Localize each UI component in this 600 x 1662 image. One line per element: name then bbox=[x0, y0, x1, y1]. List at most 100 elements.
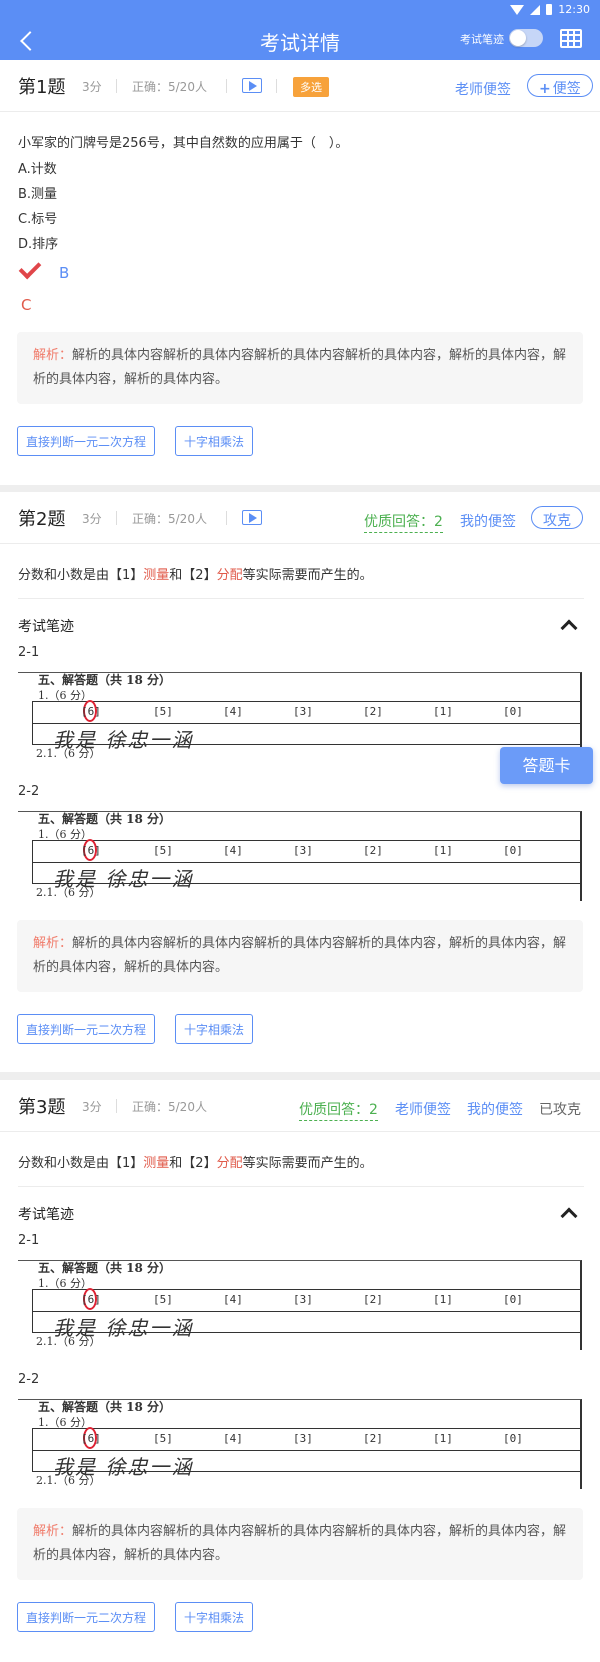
option-b: B.测量 bbox=[18, 187, 58, 202]
question-number: 第2题 bbox=[18, 509, 66, 530]
option-c: C.标号 bbox=[18, 212, 58, 227]
plus-icon: + bbox=[539, 81, 551, 97]
score-cell: [3] bbox=[293, 705, 313, 718]
nav-bar: 考试详情 考试笔迹 bbox=[0, 20, 600, 60]
score-cell: [1] bbox=[433, 844, 453, 857]
add-note-button[interactable]: + 便签 bbox=[527, 74, 593, 97]
answer-card-button[interactable]: 答题卡 bbox=[500, 747, 593, 784]
question-header: 第2题 3分 正确：5/20人 优质回答：2 我的便签 攻克 bbox=[0, 492, 600, 544]
teacher-note-link[interactable]: 老师便签 bbox=[395, 1099, 451, 1119]
my-note-link[interactable]: 我的便签 bbox=[460, 511, 516, 531]
correct-rate: 正确：5/20人 bbox=[132, 80, 207, 94]
sub-label: 2-2 bbox=[18, 784, 40, 799]
question-text-part: 分数和小数是由【1】 bbox=[18, 568, 144, 583]
sheet-title: 五、解答题（共 18 分） bbox=[38, 1261, 172, 1275]
exam-notes-title: 考试笔迹 bbox=[18, 1207, 74, 1223]
divider bbox=[116, 79, 117, 93]
question-score: 3分 bbox=[82, 512, 102, 526]
question-text: 分数和小数是由【1】测量和【2】分配等实际需要而产生的。 bbox=[18, 564, 373, 583]
correct-rate: 正确：5/20人 bbox=[132, 1100, 207, 1114]
score-row: [6] [5] [4] [3] [2] [1] [0] bbox=[33, 700, 580, 724]
my-note-link[interactable]: 我的便签 bbox=[467, 1099, 523, 1119]
play-video-icon[interactable] bbox=[242, 78, 262, 93]
score-cell: [4] bbox=[223, 705, 243, 718]
add-note-label: 便签 bbox=[552, 81, 581, 97]
sheet-next-item: 2.1.（6 分） bbox=[36, 1474, 101, 1487]
score-cell: [0] bbox=[503, 844, 523, 857]
answer-sheet-image: 五、解答题（共 18 分） 1.（6 分） [6] [5] [4] [3] [2… bbox=[18, 672, 582, 762]
battery-icon bbox=[546, 4, 553, 15]
divider bbox=[116, 511, 117, 525]
wifi-icon bbox=[510, 4, 525, 15]
question-text-part: 和【2】 bbox=[169, 1156, 217, 1171]
sub-label: 2-1 bbox=[18, 645, 40, 660]
sheet-next-item: 2.1.（6 分） bbox=[36, 747, 101, 760]
score-box: [6] [5] [4] [3] [2] [1] [0] 我是 徐忠一涵 bbox=[32, 839, 580, 891]
score-cell: [3] bbox=[293, 1432, 313, 1445]
answer-sheet-image: 五、解答题（共 18 分） 1.（6 分） [6] [5] [4] [3] [2… bbox=[18, 811, 582, 901]
score-cell: [5] bbox=[153, 1293, 173, 1306]
analysis-label: 解析： bbox=[33, 1524, 73, 1539]
score-cell: [4] bbox=[223, 1293, 243, 1306]
score-cell: [2] bbox=[363, 705, 383, 718]
sheet-next-item: 2.1.（6 分） bbox=[36, 886, 101, 899]
analysis-label: 解析： bbox=[33, 348, 73, 363]
question-type-badge: 多选 bbox=[293, 77, 329, 97]
sheet-next-item: 2.1.（6 分） bbox=[36, 1335, 101, 1348]
knowledge-tag[interactable]: 直接判断一元二次方程 bbox=[17, 426, 156, 456]
score-row: [6] [5] [4] [3] [2] [1] [0] bbox=[33, 839, 580, 863]
score-cell: [5] bbox=[153, 705, 173, 718]
answer-sheet-image: 五、解答题（共 18 分） 1.（6 分） [6] [5] [4] [3] [2… bbox=[18, 1399, 582, 1489]
score-cell: [2] bbox=[363, 844, 383, 857]
divider bbox=[226, 79, 227, 93]
knowledge-tag[interactable]: 十字相乘法 bbox=[175, 1014, 254, 1044]
question-text-part: 等实际需要而产生的。 bbox=[242, 1156, 373, 1171]
score-cell: [0] bbox=[503, 1293, 523, 1306]
question-score: 3分 bbox=[82, 1100, 102, 1114]
score-cell: [3] bbox=[293, 844, 313, 857]
highlight-term: 分配 bbox=[216, 568, 243, 583]
sheet-title: 五、解答题（共 18 分） bbox=[38, 673, 172, 687]
exam-notes-toggle[interactable] bbox=[509, 29, 543, 47]
score-cell: [1] bbox=[433, 705, 453, 718]
status-time: 12:30 bbox=[558, 3, 590, 16]
answer-correct: B bbox=[59, 264, 70, 282]
good-answers-link[interactable]: 优质回答：2 bbox=[299, 1099, 378, 1121]
grid-icon[interactable] bbox=[560, 29, 582, 48]
knowledge-tag[interactable]: 直接判断一元二次方程 bbox=[17, 1602, 156, 1632]
sheet-title: 五、解答题（共 18 分） bbox=[38, 812, 172, 826]
score-cell: [1] bbox=[433, 1432, 453, 1445]
answer-wrong: C bbox=[21, 296, 32, 314]
score-cell: [6] bbox=[81, 1293, 101, 1306]
teacher-note-link[interactable]: 老师便签 bbox=[455, 79, 511, 99]
good-answers-link[interactable]: 优质回答：2 bbox=[364, 511, 443, 533]
chevron-up-icon[interactable] bbox=[560, 1207, 578, 1225]
highlight-term: 测量 bbox=[143, 568, 170, 583]
play-video-icon[interactable] bbox=[242, 510, 262, 525]
knowledge-tag[interactable]: 直接判断一元二次方程 bbox=[17, 1014, 156, 1044]
sheet-title: 五、解答题（共 18 分） bbox=[38, 1400, 172, 1414]
divider bbox=[226, 511, 227, 525]
exam-notes-toggle-label: 考试笔迹 bbox=[460, 33, 504, 46]
analysis-text: 解析的具体内容解析的具体内容解析的具体内容解析的具体内容，解析的具体内容，解析的… bbox=[33, 936, 567, 975]
score-cell: [5] bbox=[153, 1432, 173, 1445]
score-cell: [6] bbox=[81, 1432, 101, 1445]
question-number: 第3题 bbox=[18, 1097, 66, 1118]
analysis-box: 解析：解析的具体内容解析的具体内容解析的具体内容解析的具体内容，解析的具体内容，… bbox=[17, 920, 583, 992]
knowledge-tag[interactable]: 十字相乘法 bbox=[175, 426, 254, 456]
correct-rate: 正确：5/20人 bbox=[132, 512, 207, 526]
analysis-box: 解析：解析的具体内容解析的具体内容解析的具体内容解析的具体内容，解析的具体内容，… bbox=[17, 332, 583, 404]
question-header: 第1题 3分 正确：5/20人 多选 老师便签 + 便签 bbox=[0, 60, 600, 112]
knowledge-tag[interactable]: 十字相乘法 bbox=[175, 1602, 254, 1632]
question-text-part: 和【2】 bbox=[169, 568, 217, 583]
status-bar: 12:30 bbox=[0, 0, 600, 20]
question-text: 分数和小数是由【1】测量和【2】分配等实际需要而产生的。 bbox=[18, 1152, 373, 1171]
score-row: [6] [5] [4] [3] [2] [1] [0] bbox=[33, 1427, 580, 1451]
check-icon bbox=[18, 256, 42, 280]
score-cell: [4] bbox=[223, 844, 243, 857]
chevron-up-icon[interactable] bbox=[560, 619, 578, 637]
question-text: 小军家的门牌号是256号，其中自然数的应用属于（ ）。 bbox=[18, 136, 349, 151]
sub-label: 2-2 bbox=[18, 1372, 40, 1387]
attack-button[interactable]: 攻克 bbox=[531, 506, 583, 529]
analysis-label: 解析： bbox=[33, 936, 73, 951]
